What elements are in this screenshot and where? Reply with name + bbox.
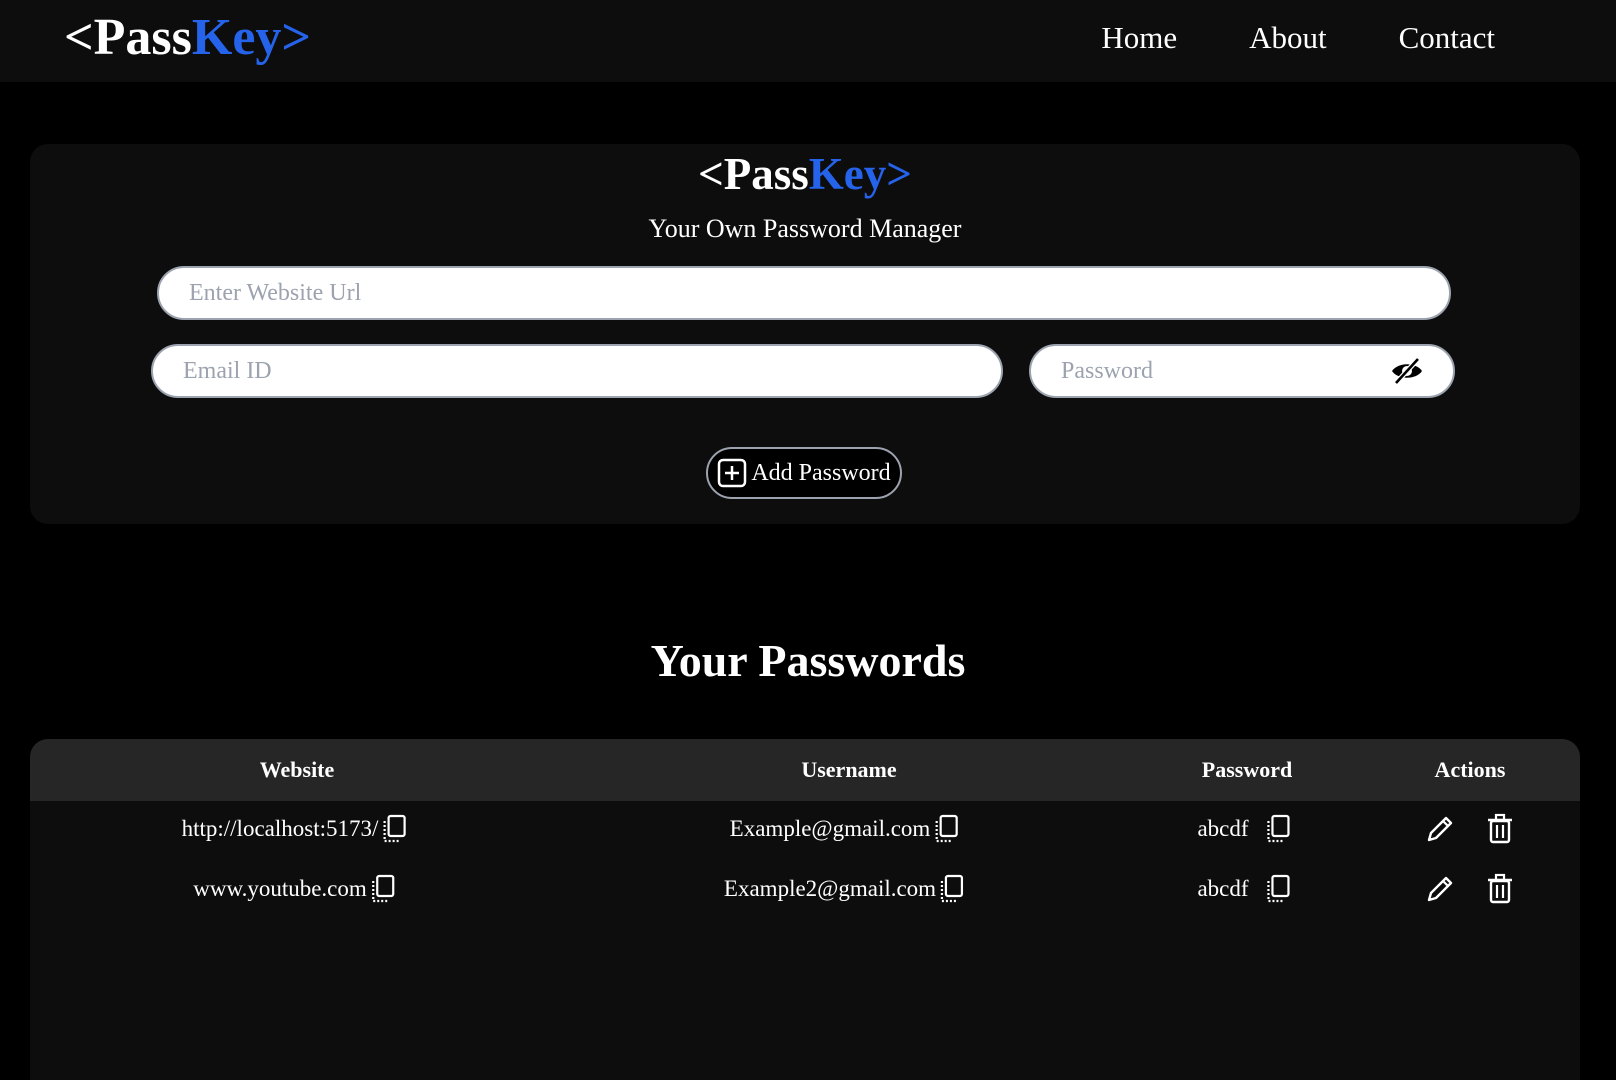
navbar-logo[interactable]: <PassKey> [64, 8, 311, 67]
website-cell: www.youtube.com [193, 873, 397, 905]
add-square-icon [718, 458, 747, 488]
column-header-actions: Actions [1434, 757, 1506, 782]
table-header: Website Username Password Actions [30, 739, 1580, 801]
delete-trash-icon[interactable] [1485, 813, 1515, 845]
passwords-table: Website Username Password Actions http:/… [30, 739, 1580, 1080]
table-row: www.youtube.com Example2@gmail.com abcdf [30, 859, 1580, 919]
website-cell: http://localhost:5173/ [182, 813, 409, 845]
edit-pencil-icon[interactable] [1424, 873, 1454, 905]
edit-pencil-icon[interactable] [1424, 813, 1454, 845]
logo-bracket-close: > [281, 9, 312, 66]
card-logo-bracket-open: < [698, 149, 724, 199]
column-header-password: Password [1201, 757, 1293, 782]
password-cell: abcdf [1197, 873, 1292, 905]
logo-bracket-open: < [64, 9, 94, 66]
username-cell: Example2@gmail.com [724, 873, 966, 905]
username-cell: Example@gmail.com [730, 813, 961, 845]
username-text: Example@gmail.com [729, 816, 931, 841]
column-header-website: Website [259, 757, 335, 782]
navbar: <PassKey> Home About Contact [0, 0, 1616, 82]
copy-icon[interactable] [369, 873, 397, 905]
website-url-input[interactable] [157, 266, 1451, 320]
card-logo-key: Key [808, 149, 887, 199]
form-subtitle: Your Own Password Manager [648, 214, 962, 243]
website-link[interactable]: http://localhost:5173/ [182, 816, 379, 842]
copy-icon[interactable] [1265, 873, 1293, 905]
add-password-label: Add Password [751, 459, 891, 486]
card-logo: <PassKey> [30, 148, 1580, 200]
password-form-card: <PassKey> Your Own Password Manager Add … [30, 144, 1580, 524]
nav-link-about[interactable]: About [1249, 20, 1327, 56]
logo-pass: Pass [93, 9, 192, 66]
card-logo-pass: Pass [723, 149, 809, 199]
password-text: abcdf [1197, 876, 1249, 901]
copy-icon[interactable] [1265, 813, 1293, 845]
delete-trash-icon[interactable] [1485, 873, 1515, 905]
card-logo-bracket-close: > [886, 149, 912, 199]
website-link[interactable]: www.youtube.com [193, 876, 367, 902]
nav-link-home[interactable]: Home [1101, 20, 1177, 56]
username-text: Example2@gmail.com [723, 876, 937, 901]
table-row: http://localhost:5173/ Example@gmail.com… [30, 799, 1580, 859]
password-text: abcdf [1197, 816, 1249, 841]
nav-links: Home About Contact [1101, 20, 1495, 56]
password-field-wrapper [1029, 344, 1455, 398]
password-cell: abcdf [1197, 813, 1292, 845]
copy-icon[interactable] [932, 813, 960, 845]
passwords-title: Your Passwords [650, 635, 966, 686]
column-header-username: Username [801, 757, 897, 782]
nav-link-contact[interactable]: Contact [1399, 20, 1495, 56]
logo-key: Key [191, 9, 282, 66]
copy-icon[interactable] [938, 873, 966, 905]
email-input[interactable] [151, 344, 1003, 398]
copy-icon[interactable] [380, 813, 408, 845]
eye-slash-icon[interactable] [1389, 356, 1425, 386]
add-password-button[interactable]: Add Password [706, 447, 902, 499]
